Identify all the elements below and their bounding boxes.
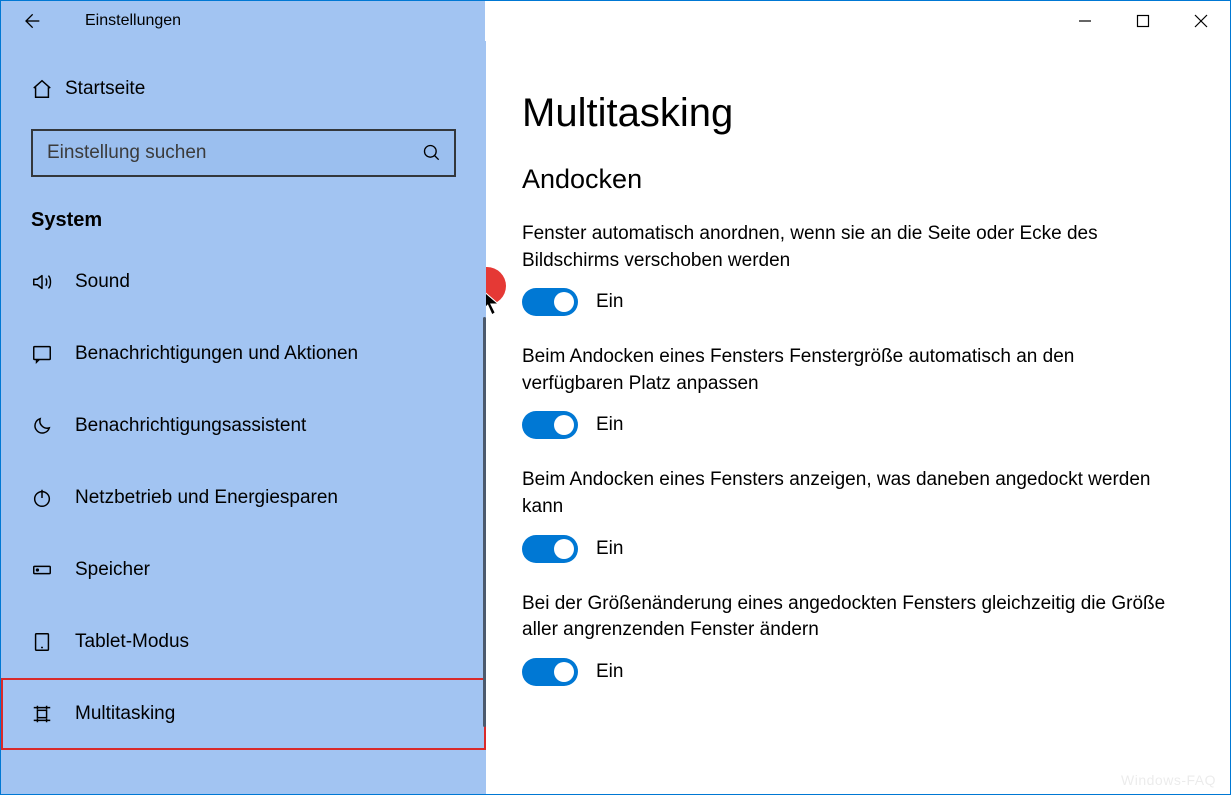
setting-snap-size: Beim Andocken eines Fensters Fenstergröß… [522, 344, 1190, 439]
sidebar-item-label: Benachrichtigungsassistent [75, 415, 306, 437]
sidebar-item-label: Speicher [75, 559, 150, 581]
sound-icon [31, 271, 75, 293]
multitasking-icon [31, 703, 75, 725]
toggle-snap-assist[interactable] [522, 535, 578, 563]
setting-label: Beim Andocken eines Fensters Fenstergröß… [522, 344, 1172, 397]
toggle-resize-adjacent[interactable] [522, 658, 578, 686]
setting-label: Fenster automatisch anordnen, wenn sie a… [522, 221, 1172, 274]
close-button[interactable] [1172, 1, 1230, 41]
setting-label: Beim Andocken eines Fensters anzeigen, w… [522, 467, 1172, 520]
toggle-state: Ein [596, 538, 623, 560]
sidebar-item-label: Benachrichtigungen und Aktionen [75, 343, 358, 365]
page-title: Multitasking [522, 91, 1190, 136]
main-area: Startseite System Sound [1, 41, 1230, 794]
toggle-snap-size[interactable] [522, 411, 578, 439]
search-icon [422, 143, 442, 163]
sidebar-item-label: Netzbetrieb und Energiesparen [75, 487, 338, 509]
titlebar: Einstellungen [1, 1, 1230, 41]
sidebar-item-tablet-mode[interactable]: Tablet-Modus [1, 606, 486, 678]
setting-label: Bei der Größenänderung eines angedockten… [522, 591, 1172, 644]
sidebar-item-label: Tablet-Modus [75, 631, 189, 653]
moon-icon [31, 415, 75, 437]
back-button[interactable] [1, 1, 61, 41]
sidebar-category: System [1, 187, 486, 246]
sidebar: Startseite System Sound [1, 41, 486, 794]
home-icon [31, 78, 65, 100]
cursor-icon [486, 289, 503, 322]
sidebar-item-label: Multitasking [75, 703, 175, 725]
search-box[interactable] [31, 129, 456, 177]
section-title: Andocken [522, 164, 1190, 195]
watermark: Windows-FAQ [1121, 772, 1216, 788]
window-title: Einstellungen [61, 1, 181, 41]
setting-snap-assist: Beim Andocken eines Fensters anzeigen, w… [522, 467, 1190, 562]
toggle-state: Ein [596, 661, 623, 683]
search-input[interactable] [45, 141, 422, 165]
setting-resize-adjacent: Bei der Größenänderung eines angedockten… [522, 591, 1190, 686]
setting-snap-arrange: Fenster automatisch anordnen, wenn sie a… [522, 221, 1190, 316]
notifications-icon [31, 343, 75, 365]
sidebar-item-label: Sound [75, 271, 130, 293]
sidebar-nav: Sound Benachrichtigungen und Aktionen Be… [1, 246, 486, 750]
sidebar-item-multitasking[interactable]: Multitasking [1, 678, 486, 750]
content-area: Multitasking Andocken Fenster automatisc… [486, 41, 1230, 794]
toggle-state: Ein [596, 414, 623, 436]
home-label: Startseite [65, 78, 145, 100]
storage-icon [31, 559, 75, 581]
maximize-button[interactable] [1114, 1, 1172, 41]
sidebar-item-sound[interactable]: Sound [1, 246, 486, 318]
sidebar-item-focus-assist[interactable]: Benachrichtigungsassistent [1, 390, 486, 462]
power-icon [31, 487, 75, 509]
sidebar-item-power[interactable]: Netzbetrieb und Energiesparen [1, 462, 486, 534]
toggle-snap-arrange[interactable] [522, 288, 578, 316]
tablet-icon [31, 631, 75, 653]
home-button[interactable]: Startseite [1, 61, 486, 117]
toggle-state: Ein [596, 291, 623, 313]
sidebar-item-storage[interactable]: Speicher [1, 534, 486, 606]
minimize-button[interactable] [1056, 1, 1114, 41]
sidebar-item-notifications[interactable]: Benachrichtigungen und Aktionen [1, 318, 486, 390]
